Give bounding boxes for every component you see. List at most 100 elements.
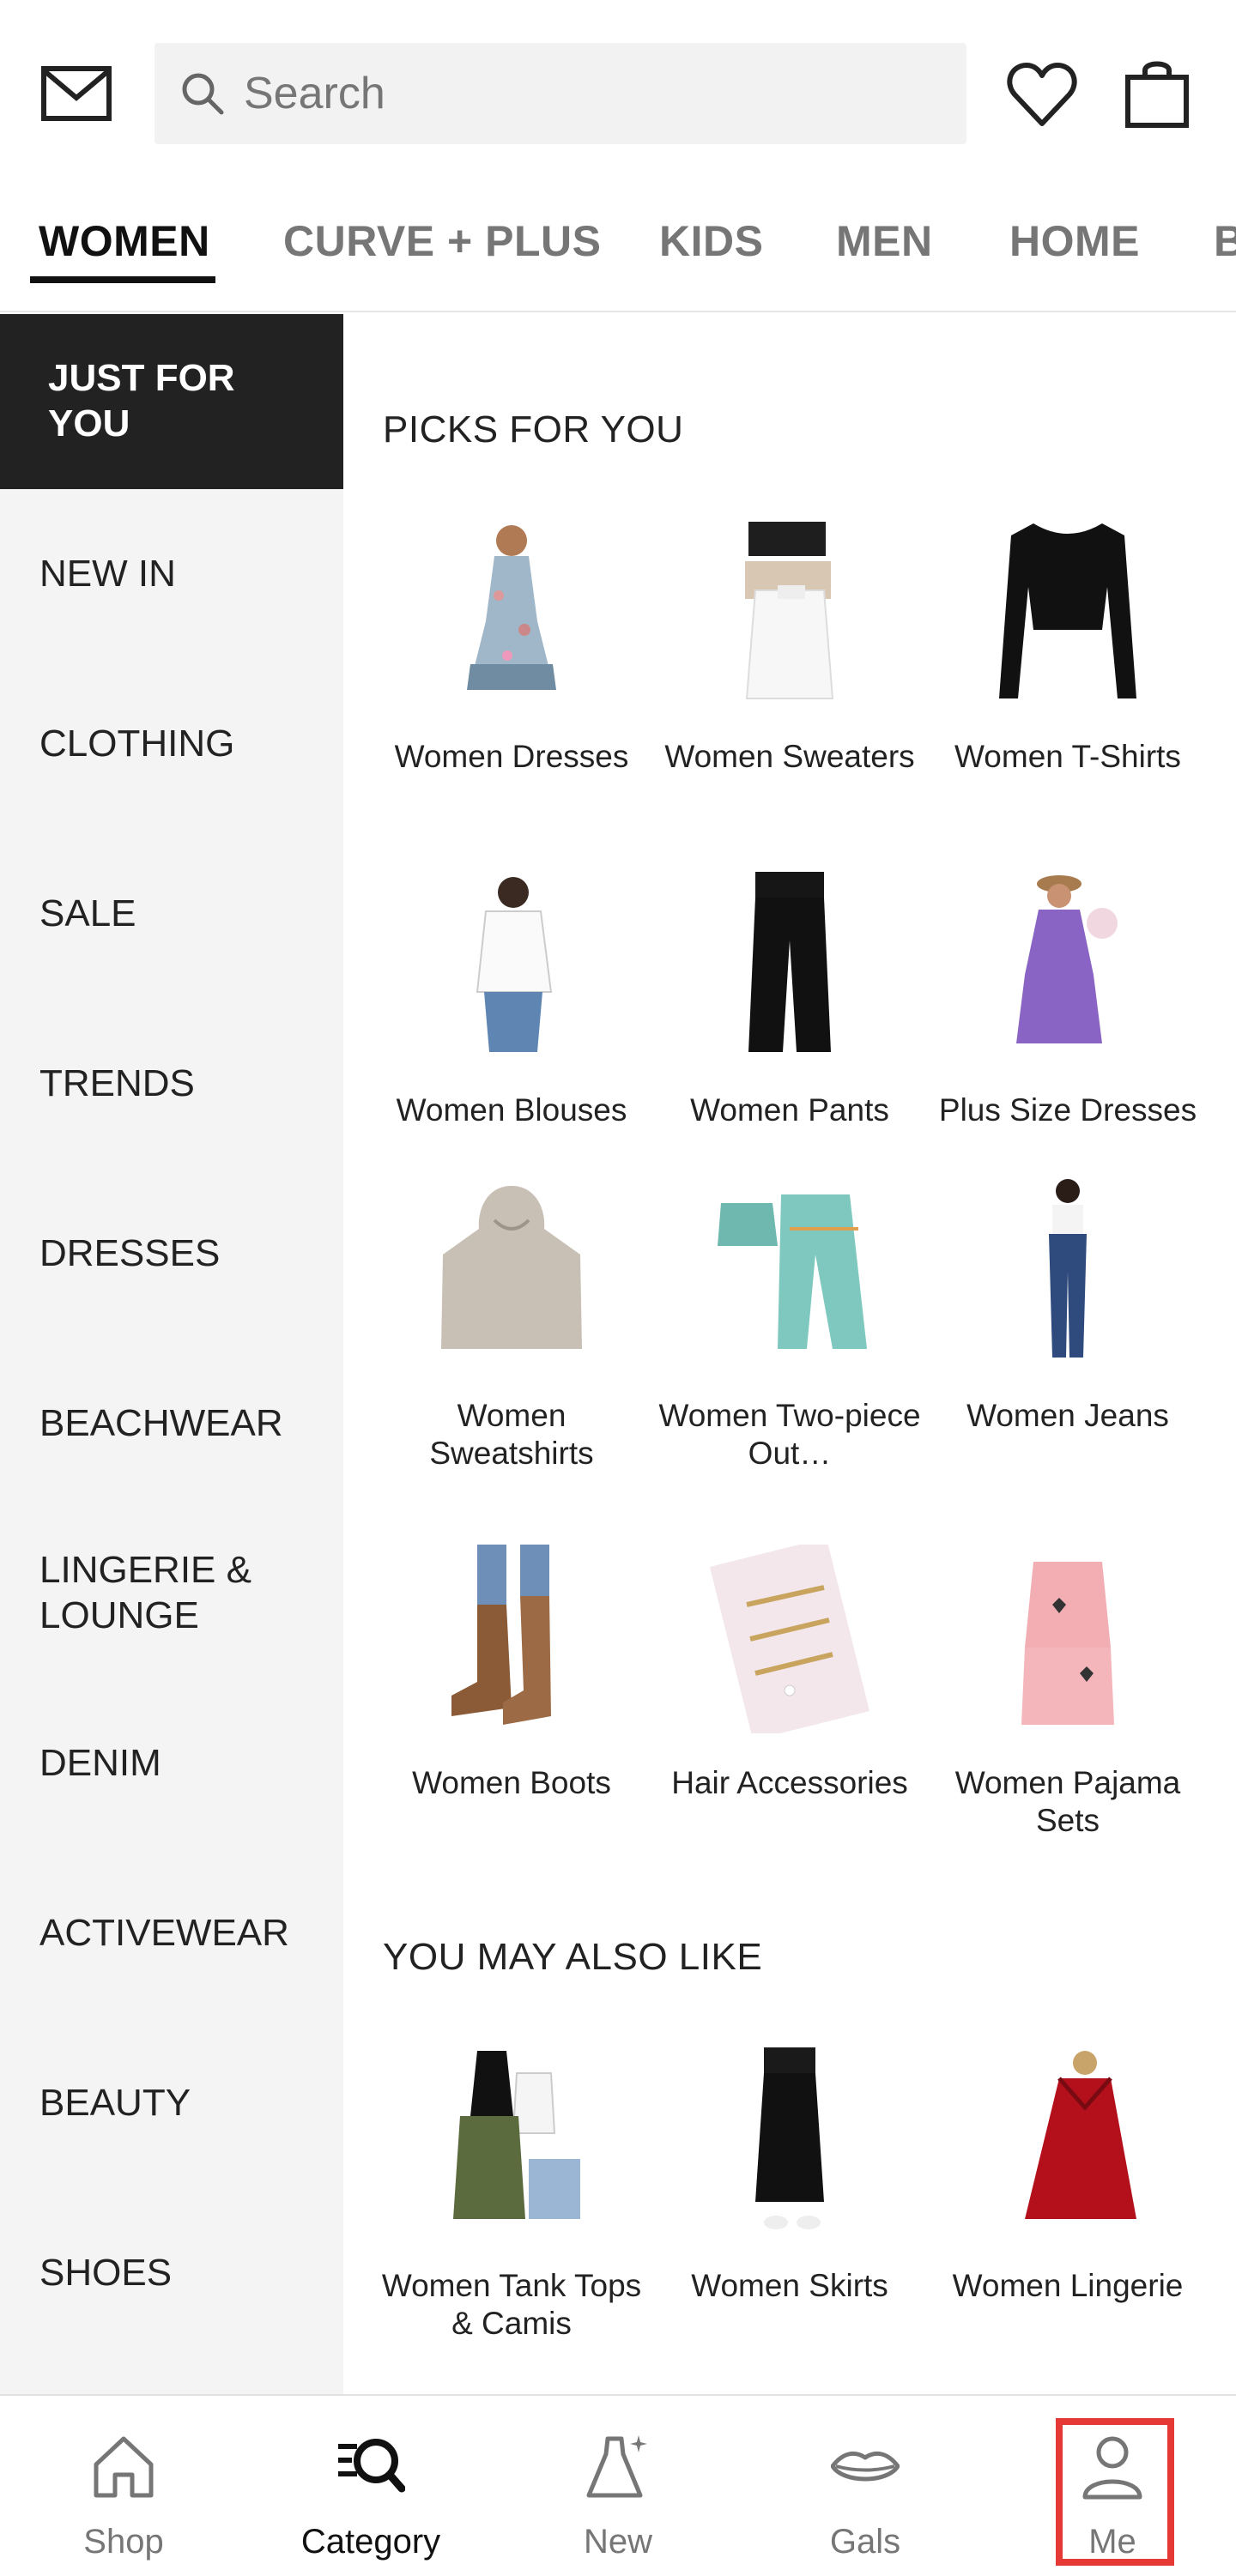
product-tile[interactable]: Women Sweaters [651,518,929,776]
skirt-thumbnail [755,2047,824,2229]
nav-label: Shop [83,2523,164,2561]
product-tile[interactable]: Hair Accessories [651,1545,929,1802]
product-tile[interactable]: Women Tank Tops & Camis [373,2047,651,2343]
section-title-also-like: YOU MAY ALSO LIKE [383,1936,763,1978]
product-label: Women Sweatshirts [429,1398,594,1472]
sidebar-item-just-for-you[interactable]: JUST FOR YOU [0,314,343,489]
product-label: Women Jeans [966,1398,1169,1433]
product-label: Women T-Shirts [954,739,1181,774]
sweater-thumbnail [745,522,834,699]
sidebar-item-label: CLOTHING [39,722,235,765]
sidebar-item-label: TRENDS [39,1061,195,1104]
product-label: Women Blouses [396,1092,627,1128]
hair-accessories-thumbnail [709,1545,870,1733]
product-tile[interactable]: Women Jeans [929,1177,1207,1435]
sidebar-item-label: BEAUTY [39,2081,191,2124]
product-label: Women Sweaters [664,739,915,774]
bag-icon[interactable] [1124,57,1190,129]
home-icon [94,2436,154,2498]
product-label: Women Pants [690,1092,889,1128]
top-header [0,0,1236,189]
product-label: Women Tank Tops & Camis [381,2268,642,2342]
jeans-thumbnail [1049,1179,1087,1358]
sidebar-item-dresses[interactable]: DRESSES [0,1169,343,1339]
sidebar-item-label: BEACHWEAR [39,1401,283,1444]
tab-partial[interactable]: B [1214,216,1236,266]
sidebar-item-lingerie-lounge[interactable]: LINGERIE & LOUNGE [0,1509,343,1678]
nav-label: New [583,2523,653,2561]
sidebar-item-clothing[interactable]: CLOTHING [0,659,343,829]
sidebar-item-label: SHOES [39,2251,173,2294]
product-label: Women Boots [412,1765,611,1800]
category-content: PICKS FOR YOU Women Dresses Women Sweate… [343,314,1236,2394]
tshirt-thumbnail [999,523,1136,698]
nav-new[interactable]: New [494,2396,742,2576]
sidebar-item-label: DENIM [39,1741,161,1784]
lingerie-thumbnail [1025,2051,1136,2219]
product-tile[interactable]: Women Two-piece Out… [651,1177,929,1473]
product-tile[interactable]: Women Pants [651,872,929,1129]
active-tab-indicator [30,276,215,283]
tab-curve-plus[interactable]: CURVE + PLUS [283,216,601,266]
sidebar-item-label: JUST FOR YOU [48,357,235,444]
sidebar-item-denim[interactable]: DENIM [0,1678,343,1848]
product-label: Women Two-piece Out… [658,1398,921,1472]
tank-top-thumbnail [453,2051,580,2219]
sidebar-item-beauty[interactable]: BEAUTY [0,2018,343,2188]
sidebar-item-shoes[interactable]: SHOES [0,2188,343,2358]
product-label: Women Lingerie [952,2268,1184,2303]
category-sidebar: JUST FOR YOU NEW IN CLOTHING SALE TRENDS… [0,314,343,2394]
two-piece-thumbnail [718,1194,867,1349]
blouse-thumbnail [476,877,553,1052]
section-title-picks: PICKS FOR YOU [383,408,684,450]
sidebar-item-label: NEW IN [39,552,176,595]
product-tile[interactable]: Women Dresses [373,518,651,776]
bottom-navigation: Shop Category New Gals Me [0,2394,1236,2576]
mail-icon[interactable] [39,60,113,129]
product-label: Hair Accessories [671,1765,908,1800]
category-tabs: WOMEN CURVE + PLUS KIDS MEN HOME B [0,190,1236,312]
product-tile[interactable]: Plus Size Dresses [929,872,1207,1129]
sweatshirt-thumbnail [441,1186,582,1349]
product-tile[interactable]: Women Blouses [373,872,651,1129]
sidebar-item-activewear[interactable]: ACTIVEWEAR [0,1848,343,2018]
product-label: Women Skirts [691,2268,888,2303]
sidebar-item-label: ACTIVEWEAR [39,1911,289,1954]
nav-gals[interactable]: Gals [742,2396,989,2576]
product-tile[interactable]: Women Skirts [651,2047,929,2305]
sidebar-item-trends[interactable]: TRENDS [0,999,343,1169]
product-tile[interactable]: Women Boots [373,1545,651,1802]
pajama-thumbnail [1021,1562,1114,1725]
sidebar-item-label: LINGERIE & LOUNGE [39,1549,251,1636]
tab-women[interactable]: WOMEN [39,216,210,266]
sidebar-item-new-in[interactable]: NEW IN [0,489,343,659]
tab-kids[interactable]: KIDS [659,216,763,266]
dress-sparkle-icon [586,2435,647,2498]
sidebar-item-label: SALE [39,892,136,934]
product-tile[interactable]: Women Lingerie [929,2047,1207,2305]
me-highlight-box [1056,2418,1174,2566]
nav-category[interactable]: Category [247,2396,494,2576]
sidebar-item-sale[interactable]: SALE [0,829,343,999]
boots-thumbnail [451,1545,551,1725]
search-input[interactable] [244,43,948,144]
product-label: Plus Size Dresses [938,1092,1197,1128]
heart-icon[interactable] [1006,60,1078,129]
tab-men[interactable]: MEN [836,216,933,266]
product-tile[interactable]: Women Pajama Sets [929,1545,1207,1841]
product-label: Women Pajama Sets [954,1765,1181,1839]
nav-shop[interactable]: Shop [0,2396,247,2576]
product-tile[interactable]: Women T-Shirts [929,518,1207,776]
sidebar-item-label: DRESSES [39,1231,221,1274]
product-label: Women Dresses [394,739,629,774]
nav-label: Gals [829,2523,901,2561]
dress-thumbnail [467,525,556,690]
pants-thumbnail [748,872,831,1052]
lips-icon [831,2451,900,2482]
product-tile[interactable]: Women Sweatshirts [373,1177,651,1473]
search-bar[interactable] [154,43,966,144]
sidebar-item-beachwear[interactable]: BEACHWEAR [0,1339,343,1509]
category-search-icon [338,2439,405,2493]
search-icon [182,73,224,115]
tab-home[interactable]: HOME [1009,216,1140,266]
